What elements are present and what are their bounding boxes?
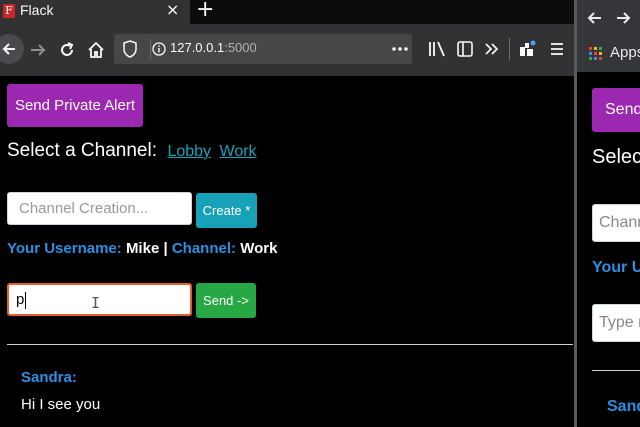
navigation-toolbar: 127.0.0.1:5000 [0,24,574,76]
library-icon[interactable] [428,40,446,58]
username-label-partial: Your U [592,259,640,276]
menu-icon[interactable] [549,41,565,57]
page-actions-icon[interactable] [392,46,408,52]
divider-line-partial [592,370,640,371]
url-separator [150,39,151,59]
select-channel-label: Select a Channel: [7,140,157,161]
url-port: :5000 [224,40,257,55]
back-icon [2,43,15,55]
left-browser-window: F Flack × + 127.0.0.1:5000 Send Private … [0,0,574,427]
divider-line [7,344,573,345]
send-message-button[interactable]: Send -> [196,283,256,318]
forward-icon[interactable] [28,40,48,60]
flack-page: Send Private Alert Select a Channel: Lob… [0,76,574,427]
send-private-alert-button-partial[interactable]: Send [592,88,640,132]
tab-title: Flack [20,2,54,18]
channel-label: Channel: [171,240,237,257]
username-value: Mike [125,240,160,257]
ibeam-cursor-icon: I [91,294,101,312]
back-icon[interactable] [586,9,604,27]
username-label: Your Username: [7,240,122,257]
url-host: 127.0.0.1 [170,40,225,55]
current-channel-value: Work [240,240,278,257]
tab-bar: F Flack × + [0,0,574,24]
reload-icon[interactable] [57,40,77,60]
channel-creation-input-partial[interactable]: Chann [592,204,640,242]
tab-flack[interactable]: F Flack × [0,0,190,24]
toolbar-separator [509,38,510,60]
back-button[interactable] [0,34,24,64]
message-input-partial[interactable]: Type m [592,304,640,342]
channel-link-work[interactable]: Work [220,143,257,160]
apps-bookmark[interactable]: Apps [610,44,640,61]
message-text: Hi I see you [21,396,101,413]
close-tab-icon[interactable]: × [166,0,179,19]
forward-icon[interactable] [614,9,632,27]
channel-creation-input[interactable]: Channel Creation... [7,192,192,225]
extension-icon[interactable] [518,40,536,58]
flack-favicon-icon: F [3,4,15,18]
info-icon[interactable] [152,42,166,56]
bookmarks-bar: Apps [577,36,640,72]
overflow-icon[interactable] [484,41,500,57]
url-text: 127.0.0.1:5000 [170,40,257,55]
channel-selector: Select a Channel: Lobby Work [7,140,257,162]
shield-icon[interactable] [122,40,138,58]
create-channel-button[interactable]: Create * [196,193,257,228]
text-caret [25,291,27,309]
message-input-value: p [16,291,25,308]
channel-link-lobby[interactable]: Lobby [167,143,211,160]
info-separator: | [163,240,168,257]
new-tab-icon[interactable]: + [196,0,214,22]
right-browser-window: Apps Send Select Chann Your U Type m San… [577,0,640,427]
sidebar-icon[interactable] [456,40,474,58]
home-icon[interactable] [86,40,106,60]
send-private-alert-button[interactable]: Send Private Alert [7,84,143,127]
user-info-line: Your Username: Mike | Channel: Work [7,240,277,257]
right-toolbar [577,0,640,36]
select-channel-label-partial: Select [592,146,640,168]
message-author-partial: Sand [607,398,640,415]
message-author: Sandra: [21,369,77,386]
url-bar[interactable]: 127.0.0.1:5000 [114,34,412,64]
apps-grid-icon[interactable] [589,47,603,61]
